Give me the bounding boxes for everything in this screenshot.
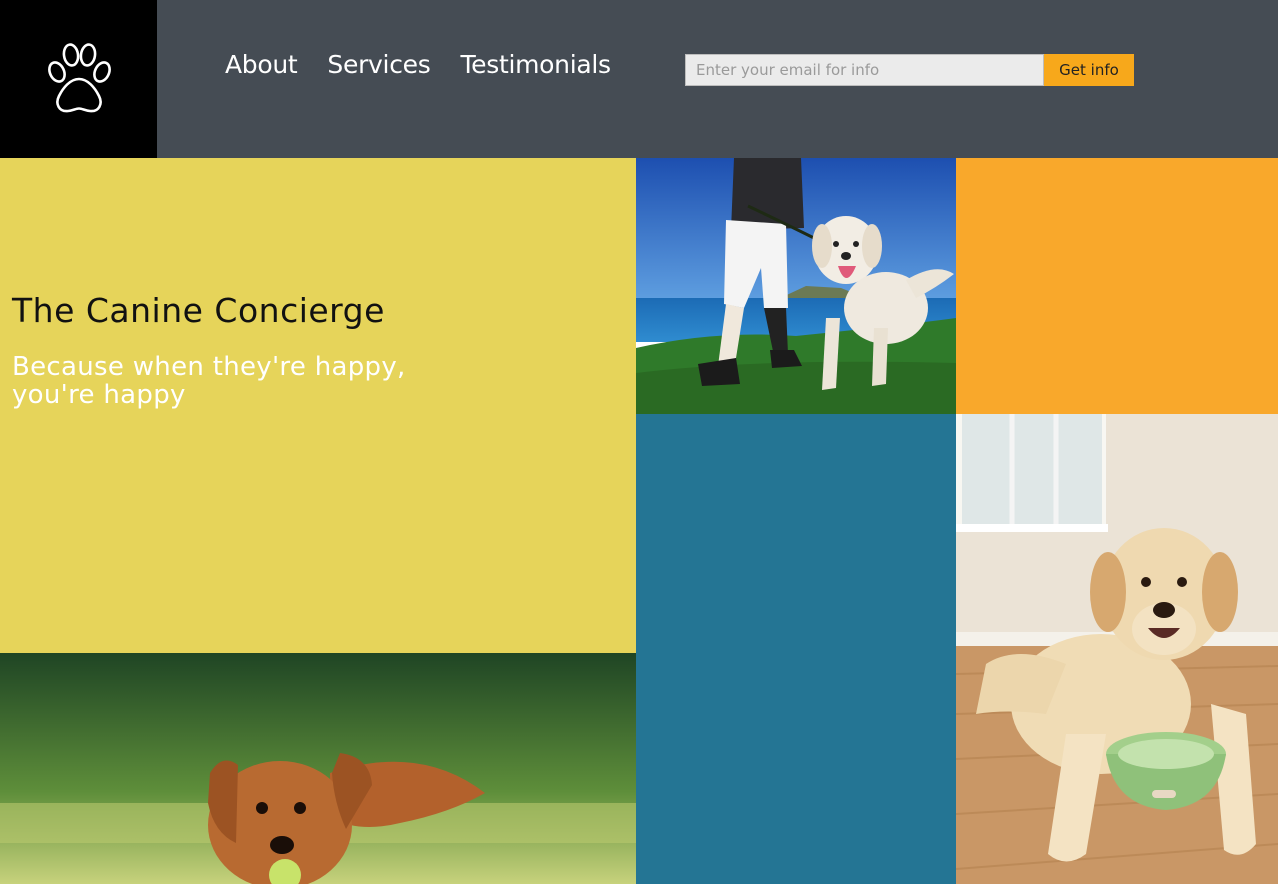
paw-icon — [47, 43, 111, 113]
running-dog-photo — [0, 653, 636, 884]
orange-accent-panel — [956, 158, 1278, 414]
dog-walking-photo — [636, 158, 956, 414]
email-signup-form: Get info — [685, 54, 1134, 86]
teal-accent-panel — [636, 414, 956, 884]
labrador-photo — [956, 414, 1278, 884]
page-tagline: Because when they're happy, you're happy — [12, 352, 406, 410]
page-title: The Canine Concierge — [12, 291, 385, 330]
hero-panel: The Canine Concierge Because when they'r… — [0, 158, 636, 653]
main-nav: About Services Testimonials — [225, 50, 611, 79]
nav-testimonials[interactable]: Testimonials — [460, 50, 611, 79]
site-header: About Services Testimonials Get info — [0, 0, 1278, 158]
email-input[interactable] — [685, 54, 1044, 86]
get-info-button[interactable]: Get info — [1044, 54, 1134, 86]
nav-about[interactable]: About — [225, 50, 298, 79]
logo[interactable] — [0, 0, 157, 158]
nav-services[interactable]: Services — [327, 50, 430, 79]
